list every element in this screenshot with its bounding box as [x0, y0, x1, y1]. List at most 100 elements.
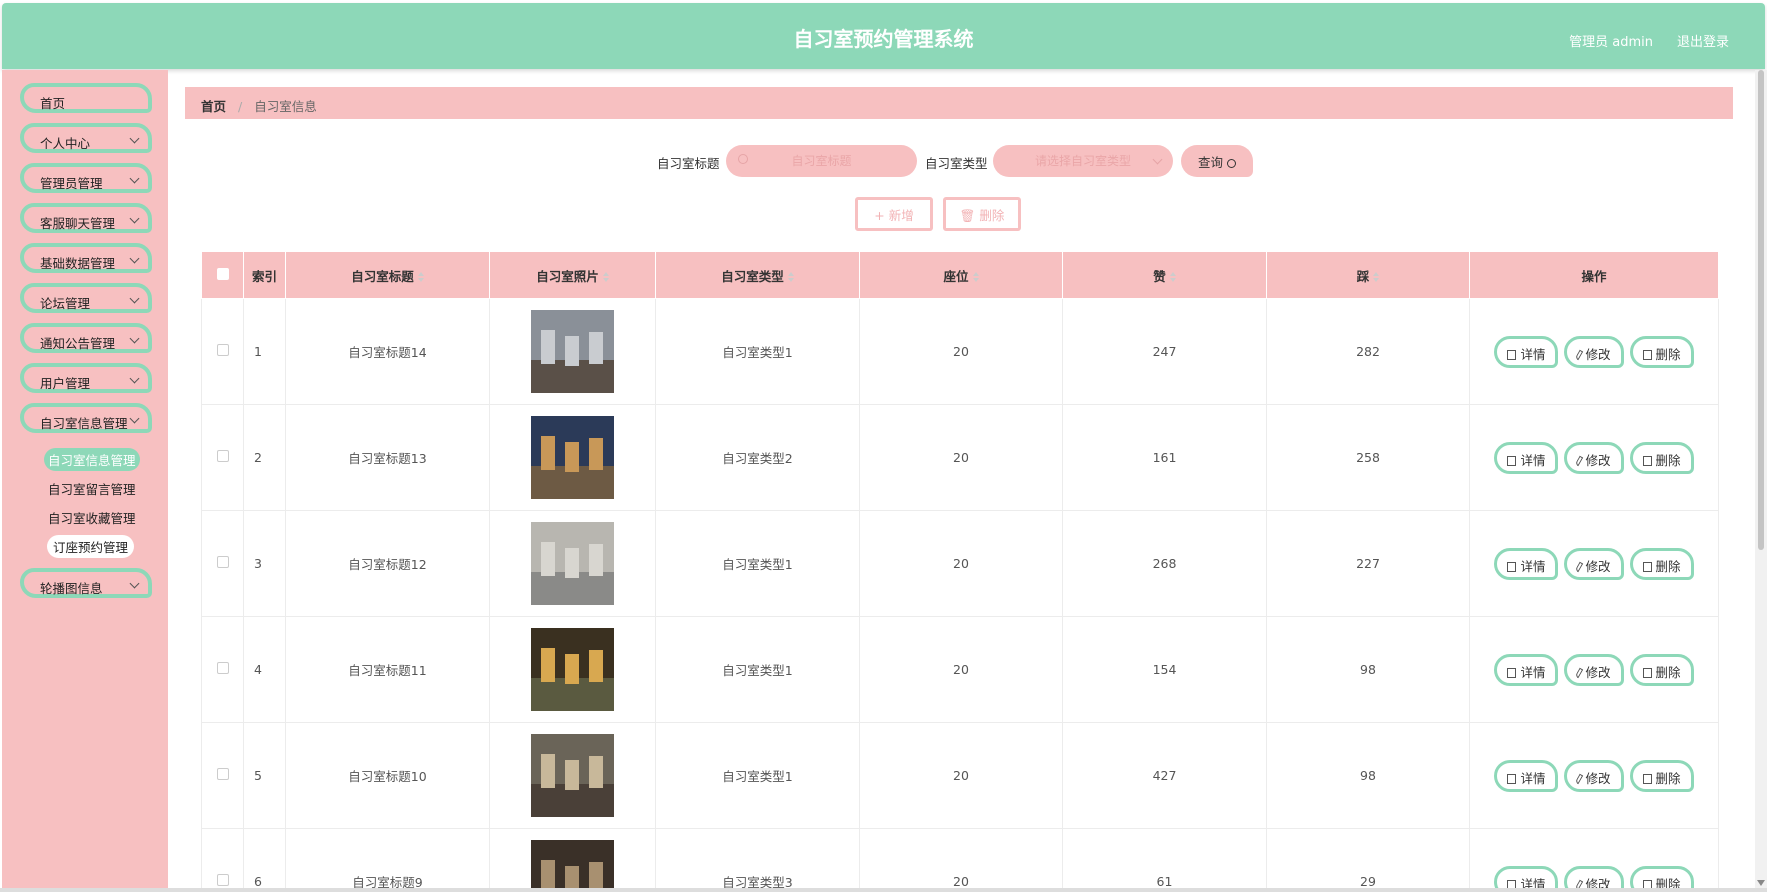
edit-label: 修改	[1585, 558, 1611, 574]
delete-button[interactable]: 删除	[1629, 441, 1694, 474]
query-button-label: 查询	[1197, 154, 1223, 170]
sort-icon[interactable]	[602, 271, 609, 282]
row-select-cell	[201, 616, 244, 723]
column-header[interactable]: 踩	[1266, 251, 1470, 299]
row-checkbox[interactable]	[216, 344, 229, 356]
select-all-checkbox[interactable]	[216, 267, 229, 280]
add-button[interactable]: + 新增	[855, 197, 933, 231]
edit-label: 修改	[1585, 664, 1611, 680]
detail-button[interactable]: 详情	[1494, 653, 1559, 686]
sort-icon[interactable]	[417, 271, 424, 282]
column-header-label: 座位	[943, 268, 969, 284]
logout-link[interactable]: 退出登录	[1677, 31, 1729, 50]
row-checkbox[interactable]	[216, 450, 229, 462]
submenu-studyroom-favorites[interactable]: 自习室收藏管理	[44, 506, 140, 529]
studyroom-photo[interactable]	[531, 734, 614, 817]
scrollbar-thumb[interactable]	[1758, 70, 1764, 550]
sort-icon[interactable]	[972, 271, 979, 282]
sort-icon[interactable]	[787, 271, 794, 282]
delete-label: 删除	[1655, 346, 1681, 362]
app-title: 自习室预约管理系统	[793, 27, 974, 51]
edit-button[interactable]: 修改	[1564, 653, 1624, 686]
vertical-scrollbar[interactable]	[1755, 70, 1767, 892]
title-search-input[interactable]	[726, 145, 917, 177]
studyroom-photo[interactable]	[531, 522, 614, 605]
row-index: 3	[243, 510, 286, 617]
breadcrumb-home[interactable]: 首页	[201, 99, 226, 114]
studyroom-photo[interactable]	[531, 416, 614, 499]
column-header[interactable]: 座位	[859, 251, 1063, 299]
submenu-studyroom-messages[interactable]: 自习室留言管理	[44, 477, 140, 500]
type-select[interactable]	[993, 145, 1173, 177]
row-title: 自习室标题9	[285, 828, 490, 892]
sidebar-item-carousel[interactable]: 轮播图信息	[20, 568, 152, 598]
column-header[interactable]: 赞	[1062, 251, 1267, 299]
sidebar: 首页 个人中心 管理员管理 客服聊天管理 基础数据管理 论坛管理 通知公告管理 …	[2, 70, 168, 892]
type-search-label: 自习室类型	[925, 156, 988, 171]
delete-button[interactable]: 删除	[1629, 759, 1694, 792]
submenu-seat-booking[interactable]: 订座预约管理	[47, 535, 135, 558]
sidebar-item-label: 自习室信息管理	[40, 416, 128, 431]
sort-icon[interactable]	[1169, 271, 1176, 282]
batch-delete-button[interactable]: 🗑 删除	[943, 197, 1021, 231]
sidebar-item-label: 用户管理	[40, 376, 91, 391]
sidebar-item-basic-data[interactable]: 基础数据管理	[20, 243, 152, 273]
document-icon	[1507, 561, 1517, 572]
submenu-studyroom-info[interactable]: 自习室信息管理	[44, 448, 140, 471]
row-title: 自习室标题13	[285, 404, 490, 511]
row-seats: 20	[859, 404, 1063, 511]
data-table: 索引 自习室标题 自习室照片 自习室类型 座位 赞 踩 操作 1 自习室标题14	[201, 251, 1719, 892]
row-type: 自习室类型3	[655, 828, 860, 892]
search-icon	[738, 154, 748, 164]
chevron-down-icon	[129, 133, 140, 144]
scroll-down-arrow-icon[interactable]	[1757, 880, 1765, 886]
detail-button[interactable]: 详情	[1494, 335, 1559, 368]
edit-button[interactable]: 修改	[1564, 441, 1624, 474]
studyroom-photo[interactable]	[531, 628, 614, 711]
chevron-down-icon	[129, 173, 140, 184]
detail-button[interactable]: 详情	[1494, 759, 1559, 792]
sidebar-item-home[interactable]: 首页	[20, 83, 152, 113]
row-dislikes: 29	[1266, 828, 1470, 892]
sidebar-item-notice[interactable]: 通知公告管理	[20, 323, 152, 353]
sidebar-item-chat-management[interactable]: 客服聊天管理	[20, 203, 152, 233]
studyroom-photo[interactable]	[531, 310, 614, 393]
sidebar-item-personal-center[interactable]: 个人中心	[20, 123, 152, 153]
sidebar-item-forum[interactable]: 论坛管理	[20, 283, 152, 313]
delete-button[interactable]: 删除	[1629, 335, 1694, 368]
row-photo-cell	[489, 828, 656, 892]
delete-label: 删除	[1655, 664, 1681, 680]
row-checkbox[interactable]	[216, 768, 229, 780]
column-header[interactable]: 自习室照片	[489, 251, 656, 299]
edit-button[interactable]: 修改	[1564, 547, 1624, 580]
column-header[interactable]: 自习室标题	[285, 251, 490, 299]
detail-button[interactable]: 详情	[1494, 547, 1559, 580]
trash-icon	[1642, 561, 1652, 572]
column-header: 操作	[1469, 251, 1719, 299]
edit-button[interactable]: 修改	[1564, 335, 1624, 368]
row-dislikes: 282	[1266, 298, 1470, 405]
delete-button[interactable]: 删除	[1629, 653, 1694, 686]
delete-label: 删除	[1655, 558, 1681, 574]
sidebar-item-studyroom-management[interactable]: 自习室信息管理	[20, 403, 152, 433]
sidebar-item-users[interactable]: 用户管理	[20, 363, 152, 393]
column-header[interactable]: 自习室类型	[655, 251, 860, 299]
pencil-icon	[1575, 455, 1584, 466]
row-checkbox[interactable]	[216, 556, 229, 568]
row-likes: 61	[1062, 828, 1267, 892]
studyroom-photo[interactable]	[531, 840, 614, 892]
select-all-header	[201, 251, 244, 299]
sidebar-item-label: 个人中心	[40, 136, 91, 151]
title-search-wrap	[726, 145, 917, 177]
row-checkbox[interactable]	[216, 874, 229, 886]
delete-button[interactable]: 删除	[1629, 547, 1694, 580]
row-select-cell	[201, 828, 244, 892]
sidebar-item-admin-management[interactable]: 管理员管理	[20, 163, 152, 193]
edit-button[interactable]: 修改	[1564, 759, 1624, 792]
detail-button[interactable]: 详情	[1494, 441, 1559, 474]
row-seats: 20	[859, 298, 1063, 405]
query-button[interactable]: 查询	[1181, 145, 1253, 177]
row-photo-cell	[489, 510, 656, 617]
row-checkbox[interactable]	[216, 662, 229, 674]
sort-icon[interactable]	[1373, 271, 1380, 282]
